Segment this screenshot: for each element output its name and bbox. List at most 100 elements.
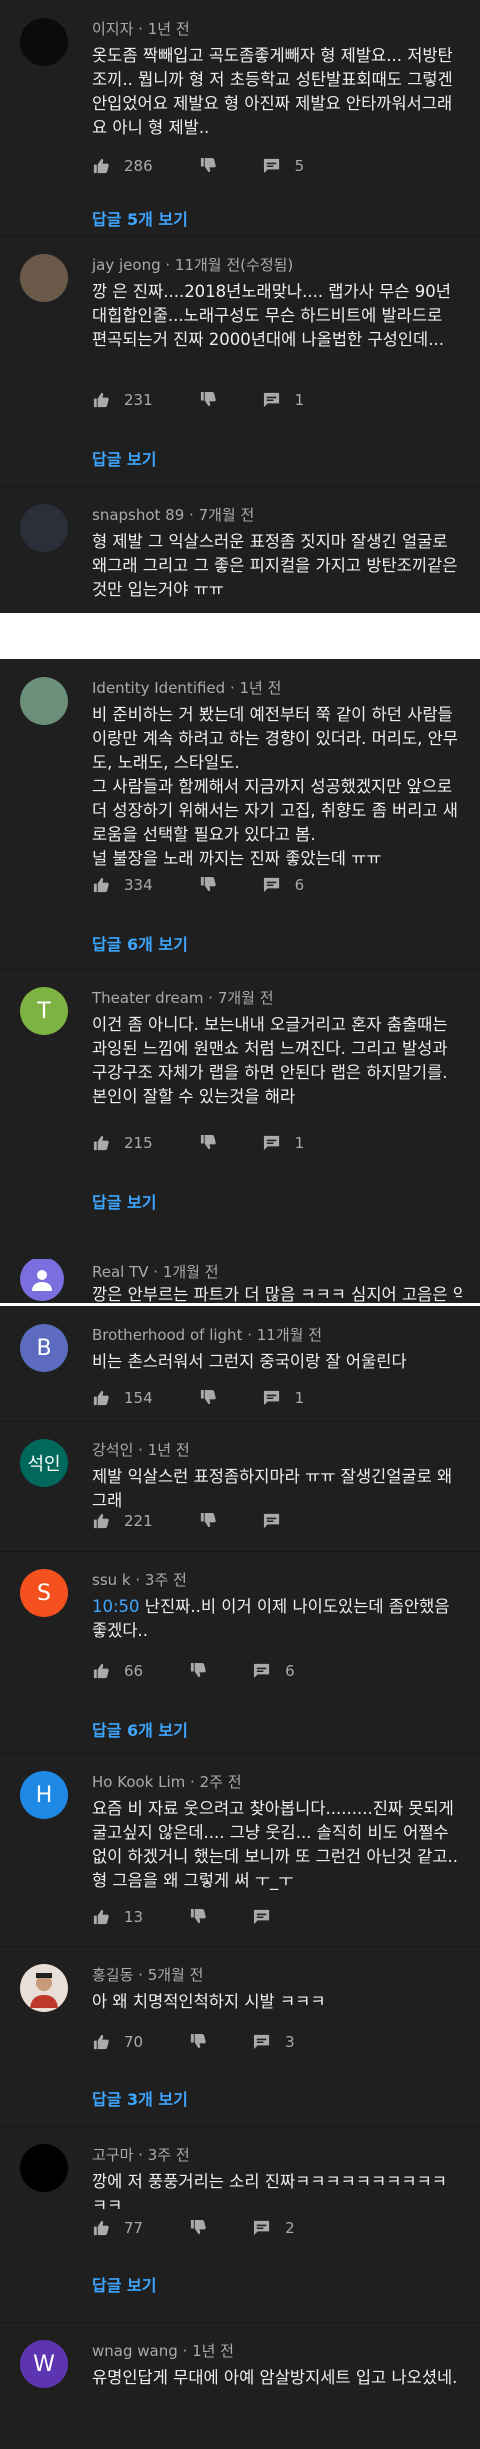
view-replies-link[interactable]: 답글 보기 xyxy=(92,2272,156,2296)
avatar[interactable] xyxy=(20,1259,64,1301)
timestamp-link[interactable]: 10:50 xyxy=(92,1597,140,1616)
like-button[interactable] xyxy=(92,1512,110,1530)
profile-photo xyxy=(30,1973,58,2008)
comment-time: 3주 전 xyxy=(147,2146,190,2164)
reply-button[interactable] xyxy=(263,876,281,894)
comment-actions: 70 3 xyxy=(92,2030,295,2054)
avatar[interactable] xyxy=(20,504,68,552)
avatar[interactable] xyxy=(20,2144,68,2192)
reply-count: 6 xyxy=(294,876,305,894)
comment-author[interactable]: Identity Identified xyxy=(92,679,225,697)
comment-author[interactable]: 강석인 xyxy=(92,1441,133,1459)
thumbs-up-icon xyxy=(93,1513,109,1529)
comment-author[interactable]: jay jeong xyxy=(92,256,161,274)
comment-actions: 286 5 xyxy=(92,154,304,178)
comment-text: 비는 촌스러워서 그런지 중국이랑 잘 어울린다 xyxy=(92,1352,407,1371)
avatar[interactable]: S xyxy=(20,1569,68,1617)
avatar[interactable]: H xyxy=(20,1771,68,1819)
avatar[interactable] xyxy=(20,677,68,725)
comment-time: 2주 전 xyxy=(199,1773,242,1791)
comment-author[interactable]: Theater dream xyxy=(92,989,204,1007)
avatar[interactable]: W xyxy=(20,2340,68,2388)
dislike-button[interactable] xyxy=(199,1389,217,1407)
comment-text: 비 준비하는 거 봤는데 예전부터 쭉 같이 하던 사람들이랑만 계속 하려고 … xyxy=(92,705,458,868)
reply-button[interactable] xyxy=(253,2219,271,2237)
comment-text: 깡에 저 풍풍거리는 소리 진짜ㅋㅋㅋㅋㅋㅋㅋㅋㅋㅋㅋㅋ xyxy=(92,2172,447,2215)
like-button[interactable] xyxy=(92,1908,110,1926)
reply-count: 1 xyxy=(294,1389,305,1407)
comment-actions: 77 2 xyxy=(92,2216,295,2240)
reply-button[interactable] xyxy=(253,2033,271,2051)
view-replies-link[interactable]: 답글 6개 보기 xyxy=(92,931,188,955)
thumbs-down-icon xyxy=(190,2219,206,2235)
comment-icon xyxy=(254,2220,270,2236)
comment-actions: 221 xyxy=(92,1509,281,1533)
like-button[interactable] xyxy=(92,876,110,894)
avatar[interactable]: T xyxy=(20,987,68,1035)
comment-text: 아 왜 치명적인척하지 시발 ㅋㅋㅋ xyxy=(92,1992,326,2011)
thumbs-up-icon xyxy=(93,1909,109,1925)
view-replies-link[interactable]: 답글 3개 보기 xyxy=(92,2086,188,2110)
like-count: 13 xyxy=(124,1908,144,1926)
comment-panel-1: 이지자 · 1년 전 옷도좀 짝빼입고 곡도좀좋게빼자 형 제발요... 저방탄… xyxy=(0,0,480,613)
reply-button[interactable] xyxy=(253,1662,271,1680)
comment-author[interactable]: 이지자 xyxy=(92,20,133,38)
dislike-button[interactable] xyxy=(189,1908,207,1926)
comment-author[interactable]: Brotherhood of light xyxy=(92,1326,242,1344)
like-button[interactable] xyxy=(92,391,110,409)
view-replies-link[interactable]: 답글 보기 xyxy=(92,446,156,470)
comment-author[interactable]: snapshot 89 xyxy=(92,506,184,524)
reply-button[interactable] xyxy=(263,1512,281,1530)
thumbs-down-icon xyxy=(190,1908,206,1924)
comment-author[interactable]: Ho Kook Lim xyxy=(92,1773,185,1791)
reply-count: 3 xyxy=(285,2033,295,2051)
like-button[interactable] xyxy=(92,1134,110,1152)
comment-author[interactable]: 홍길동 xyxy=(92,1966,133,1984)
comment-author[interactable]: Real TV xyxy=(92,1263,149,1281)
like-button[interactable] xyxy=(92,2219,110,2237)
like-button[interactable] xyxy=(92,157,110,175)
comment-text: 유명인답게 무대에 아예 암살방지세트 입고 나오셨네. xyxy=(92,2368,458,2387)
avatar[interactable] xyxy=(20,254,68,302)
reply-button[interactable] xyxy=(263,1134,281,1152)
comment-author[interactable]: wnag wang xyxy=(92,2342,178,2360)
comment-author[interactable]: 고구마 xyxy=(92,2146,133,2164)
view-replies-link[interactable]: 답글 6개 보기 xyxy=(92,1717,188,1741)
like-button[interactable] xyxy=(92,2033,110,2051)
dislike-button[interactable] xyxy=(189,2219,207,2237)
thumbs-down-icon xyxy=(200,876,216,892)
comment-panel-2: Identity Identified · 1년 전 비 준비하는 거 봤는데 … xyxy=(0,659,480,1259)
comment-icon xyxy=(254,1909,270,1925)
comment-icon xyxy=(263,1513,279,1529)
like-button[interactable] xyxy=(92,1662,110,1680)
avatar[interactable]: B xyxy=(20,1324,68,1372)
dislike-button[interactable] xyxy=(199,1512,217,1530)
like-button[interactable] xyxy=(92,1389,110,1407)
thumbs-down-icon xyxy=(200,157,216,173)
view-replies-link[interactable]: 답글 5개 보기 xyxy=(92,206,188,230)
avatar[interactable]: 석인 xyxy=(20,1439,68,1487)
avatar[interactable] xyxy=(20,1964,68,2012)
dislike-button[interactable] xyxy=(199,391,217,409)
comment-text: 깡은 안부르는 파트가 더 많음 ㅋㅋㅋ 심지어 고음은 익살 xyxy=(92,1285,462,1303)
view-replies-link[interactable]: 답글 보기 xyxy=(92,1189,156,1213)
comment-item: T Theater dream · 7개월 전 이건 좀 아니다. 보는내내 오… xyxy=(0,969,480,1259)
reply-button[interactable] xyxy=(263,157,281,175)
avatar[interactable] xyxy=(20,18,68,66)
dislike-button[interactable] xyxy=(199,1134,217,1152)
dislike-button[interactable] xyxy=(189,1662,207,1680)
comment-actions: 66 6 xyxy=(92,1659,295,1683)
comment-icon xyxy=(263,392,279,408)
thumbs-up-icon xyxy=(93,1390,109,1406)
comment-author[interactable]: ssu k xyxy=(92,1571,131,1589)
comment-icon xyxy=(254,2034,270,2050)
reply-button[interactable] xyxy=(263,391,281,409)
comment-icon xyxy=(263,877,279,893)
dislike-button[interactable] xyxy=(199,876,217,894)
dislike-button[interactable] xyxy=(189,2033,207,2051)
reply-button[interactable] xyxy=(263,1389,281,1407)
comment-item: 이지자 · 1년 전 옷도좀 짝빼입고 곡도좀좋게빼자 형 제발요... 저방탄… xyxy=(0,0,480,237)
reply-button[interactable] xyxy=(253,1908,271,1926)
dislike-button[interactable] xyxy=(199,157,217,175)
comment-item: 홍길동 · 5개월 전 아 왜 치명적인척하지 시발 ㅋㅋㅋ 70 3 답글 3… xyxy=(0,1946,480,2127)
